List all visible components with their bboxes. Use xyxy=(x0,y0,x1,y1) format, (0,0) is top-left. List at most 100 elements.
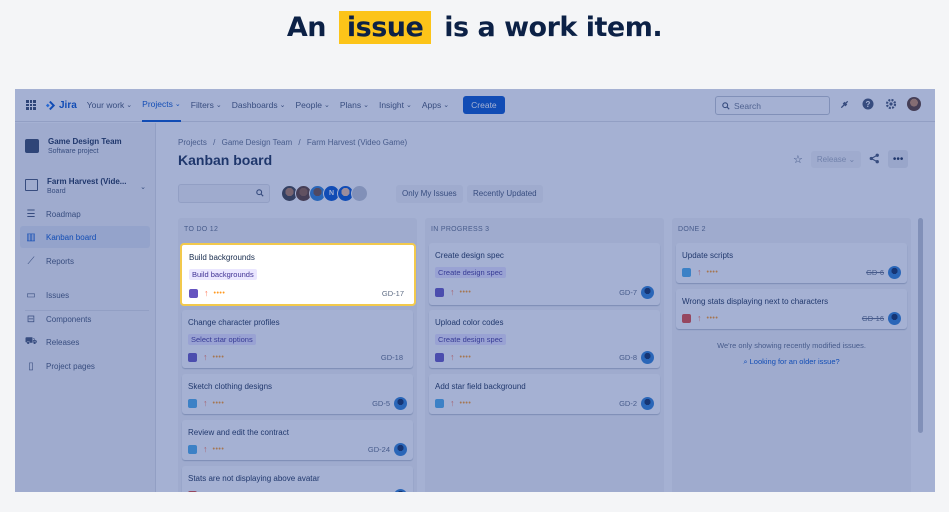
sidebar-item-label: Kanban board xyxy=(46,232,97,242)
headline-after: is a work item. xyxy=(444,12,663,43)
breadcrumb-item[interactable]: Game Design Team xyxy=(222,138,293,147)
nav-your-work[interactable]: Your work ⌄ xyxy=(87,89,132,122)
profile-avatar[interactable] xyxy=(907,97,921,111)
help-icon[interactable]: ? xyxy=(861,98,874,111)
story-points: •••• xyxy=(212,353,225,361)
issue-card[interactable]: Upload color codes Create design spec ↑ … xyxy=(429,310,660,368)
issue-card[interactable]: Update scripts ↑ •••• GD-6 xyxy=(676,243,907,283)
sidebar-item-reports[interactable]: ⟋ Reports xyxy=(20,250,150,272)
roadmap-icon: ☰ xyxy=(26,208,36,220)
sidebar-item-issues[interactable]: ▭ Issues xyxy=(20,284,150,306)
avatar[interactable] xyxy=(351,185,368,202)
assignee-avatar[interactable] xyxy=(888,311,901,325)
headline: An issue is a work item. xyxy=(0,11,949,44)
sidebar-item-project-pages[interactable]: ▯ Project pages xyxy=(20,355,150,377)
priority-high-icon: ↑ xyxy=(697,267,702,277)
issue-card[interactable]: Stats are not displaying above avatar ↑ xyxy=(182,466,413,492)
nav-plans[interactable]: Plans ⌄ xyxy=(340,89,369,122)
app-switcher-icon[interactable] xyxy=(26,100,36,110)
issue-title: Stats are not displaying above avatar xyxy=(188,474,320,483)
breadcrumb: Projects / Game Design Team / Farm Harve… xyxy=(178,138,407,147)
sidebar-item-components[interactable]: ⊟ Components xyxy=(20,308,150,330)
issue-title: Sketch clothing designs xyxy=(188,382,273,391)
nav-people[interactable]: People ⌄ xyxy=(295,89,329,122)
recently-updated-filter[interactable]: Recently Updated xyxy=(467,185,543,203)
issue-card[interactable]: Change character profiles Select star op… xyxy=(182,310,413,368)
issue-title: Build backgrounds xyxy=(189,253,255,262)
story-icon xyxy=(435,352,444,362)
search-icon: ⌕ xyxy=(743,357,748,366)
epic-label: Select star options xyxy=(188,334,256,345)
settings-gear-icon[interactable] xyxy=(884,98,897,111)
release-label: Release xyxy=(816,154,847,164)
components-icon: ⊟ xyxy=(26,313,36,325)
assignee-avatar[interactable] xyxy=(641,285,654,299)
board-actions: ☆ Release ⌄ ••• xyxy=(793,150,909,168)
only-my-issues-filter[interactable]: Only My Issues xyxy=(396,185,463,203)
assignee-avatar[interactable] xyxy=(394,442,407,456)
issue-title: Create design spec xyxy=(435,251,504,260)
highlighted-issue-card[interactable]: Build backgrounds Build backgrounds ↑ ••… xyxy=(180,243,416,306)
sidebar-item-label: Releases xyxy=(46,337,80,347)
breadcrumb-item[interactable]: Farm Harvest (Video Game) xyxy=(307,138,407,147)
issue-card[interactable]: Add star field background ↑ •••• GD-2 xyxy=(429,374,660,414)
priority-high-icon: ↑ xyxy=(203,398,208,408)
release-button[interactable]: Release ⌄ xyxy=(810,150,862,168)
board-search-input[interactable] xyxy=(178,184,270,203)
story-points: •••• xyxy=(212,399,225,407)
board-scrollbar[interactable] xyxy=(918,218,923,433)
sidebar-item-label: Project pages xyxy=(46,361,95,371)
task-icon xyxy=(188,444,197,454)
board-icon: ▥ xyxy=(26,231,36,243)
share-icon[interactable] xyxy=(869,153,880,166)
issue-title: Add star field background xyxy=(435,382,526,391)
breadcrumb-separator: / xyxy=(298,138,301,147)
nav-insight[interactable]: Insight ⌄ xyxy=(379,89,412,122)
project-header[interactable]: Game Design Team Software project xyxy=(25,137,122,155)
more-actions-button[interactable]: ••• xyxy=(888,150,909,168)
issue-title: Wrong stats displaying next to character… xyxy=(682,297,829,306)
issue-card[interactable]: Review and edit the contract ↑ •••• GD-2… xyxy=(182,420,413,460)
assignee-avatar[interactable] xyxy=(888,265,901,279)
issue-title: Upload color codes xyxy=(435,318,504,327)
assignee-avatar[interactable] xyxy=(394,396,407,410)
sidebar-item-roadmap[interactable]: ☰ Roadmap xyxy=(20,203,150,225)
sidebar-item-releases[interactable]: ⛟ Releases xyxy=(20,331,150,353)
assignee-avatar[interactable] xyxy=(641,350,654,364)
assignee-avatar[interactable] xyxy=(641,396,654,410)
chevron-down-icon: ⌄ xyxy=(140,184,146,191)
nav-label: Filters xyxy=(190,100,214,110)
issue-key: GD-6 xyxy=(866,267,884,277)
logo-text: Jira xyxy=(59,99,77,111)
board-icon xyxy=(25,179,38,191)
issue-card[interactable]: Create design spec Create design spec ↑ … xyxy=(429,243,660,305)
issue-card[interactable]: Sketch clothing designs ↑ •••• GD-5 xyxy=(182,374,413,414)
sidebar-item-kanban-board[interactable]: ▥ Kanban board xyxy=(20,226,150,248)
nav-dashboards[interactable]: Dashboards ⌄ xyxy=(232,89,286,122)
board-type: Board xyxy=(47,188,66,195)
older-issues-link[interactable]: ⌕ Looking for an older issue? xyxy=(672,357,911,367)
nav-filters[interactable]: Filters ⌄ xyxy=(191,89,222,122)
star-icon[interactable]: ☆ xyxy=(793,153,803,166)
priority-high-icon: ↑ xyxy=(203,352,208,362)
epic-label: Build backgrounds xyxy=(189,269,257,280)
search-input[interactable]: Search xyxy=(715,96,830,115)
sidebar-item-label: Reports xyxy=(46,256,75,266)
issue-card[interactable]: Wrong stats displaying next to character… xyxy=(676,289,907,329)
nav-apps[interactable]: Apps ⌄ xyxy=(422,89,449,122)
breadcrumb-item[interactable]: Projects xyxy=(178,138,207,147)
column-in-progress: IN PROGRESS 3 Create design spec Create … xyxy=(425,218,664,492)
assignee-avatar[interactable] xyxy=(394,488,407,492)
pages-icon: ▯ xyxy=(28,360,34,372)
board-selector[interactable]: Farm Harvest (Vide... Board ⌄ xyxy=(25,177,150,195)
notifications-icon[interactable] xyxy=(838,98,851,111)
issue-key: GD-24 xyxy=(367,444,390,454)
create-button[interactable]: Create xyxy=(463,96,505,114)
issue-key: GD-7 xyxy=(619,287,637,297)
story-icon xyxy=(188,352,197,362)
story-points: •••• xyxy=(459,399,472,407)
issue-title: Review and edit the contract xyxy=(188,428,289,437)
jira-logo[interactable]: Jira xyxy=(45,100,77,111)
chevron-down-icon: ⌄ xyxy=(323,102,330,109)
nav-projects[interactable]: Projects ⌄ xyxy=(142,89,181,122)
